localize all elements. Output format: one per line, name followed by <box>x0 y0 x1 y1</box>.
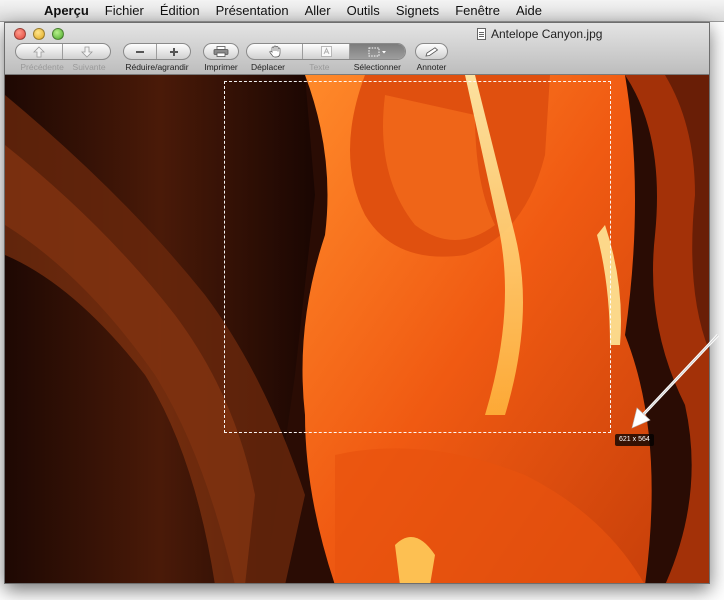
menu-fenetre[interactable]: Fenêtre <box>447 3 508 18</box>
pencil-icon <box>424 46 438 56</box>
annotate-label: Annoter <box>416 62 447 72</box>
document-icon <box>477 28 486 40</box>
tools-labels: Déplacer Texte Sélectionner <box>247 60 405 72</box>
print-segment <box>203 43 239 60</box>
print-group: Imprimer <box>203 43 239 72</box>
menu-bar: Aperçu Fichier Édition Présentation Alle… <box>0 0 724 22</box>
prev-next-segment <box>15 43 111 60</box>
arrow-up-icon <box>33 45 45 57</box>
next-label: Suivante <box>72 62 106 72</box>
annotate-segment <box>415 43 448 60</box>
menu-presentation[interactable]: Présentation <box>208 3 297 18</box>
zoom-button[interactable] <box>52 28 64 40</box>
prev-next-labels: Précédente Suivante <box>16 60 110 72</box>
plus-icon <box>169 47 178 56</box>
menu-app-apercu[interactable]: Aperçu <box>36 3 97 18</box>
window-title-text: Antelope Canyon.jpg <box>491 27 603 41</box>
selection-size-badge: 621 x 564 <box>615 434 654 446</box>
select-label: Sélectionner <box>353 62 401 72</box>
minimize-button[interactable] <box>33 28 45 40</box>
select-tool-button[interactable] <box>350 44 405 59</box>
toolbar: Précédente Suivante Réduire/agrandir Imp… <box>5 43 709 75</box>
text-tool-button[interactable] <box>303 44 350 59</box>
tools-segment <box>246 43 406 60</box>
previous-label: Précédente <box>20 62 64 72</box>
preview-window: Antelope Canyon.jpg Précédente Suivante <box>4 22 710 584</box>
zoom-segment <box>123 43 191 60</box>
menu-outils[interactable]: Outils <box>339 3 388 18</box>
print-label: Imprimer <box>204 62 238 72</box>
menu-fichier[interactable]: Fichier <box>97 3 152 18</box>
move-tool-button[interactable] <box>247 44 303 59</box>
window-title: Antelope Canyon.jpg <box>477 27 602 41</box>
move-label: Déplacer <box>251 62 286 72</box>
printer-icon <box>213 46 229 57</box>
arrow-down-icon <box>80 46 93 58</box>
tools-group: Déplacer Texte Sélectionner <box>246 43 406 72</box>
minus-icon <box>136 50 144 53</box>
zoom-label: Réduire/agrandir <box>125 62 189 72</box>
menu-aller[interactable]: Aller <box>297 3 339 18</box>
zoom-group: Réduire/agrandir <box>123 43 191 72</box>
rectangle-select-icon <box>368 47 386 56</box>
annotate-group: Annoter <box>415 43 448 72</box>
menu-signets[interactable]: Signets <box>388 3 447 18</box>
title-bar: Antelope Canyon.jpg Précédente Suivante <box>5 23 709 75</box>
annotate-button[interactable] <box>416 44 447 59</box>
window-controls <box>14 28 64 40</box>
image-canvas[interactable]: 621 x 564 <box>5 75 709 583</box>
zoom-in-button[interactable] <box>157 44 190 59</box>
hand-icon <box>268 45 280 58</box>
print-button[interactable] <box>204 44 238 59</box>
previous-button[interactable] <box>16 44 63 59</box>
prev-next-group: Précédente Suivante <box>15 43 111 72</box>
close-button[interactable] <box>14 28 26 40</box>
next-button[interactable] <box>63 44 110 59</box>
text-cursor-icon <box>320 46 332 57</box>
zoom-out-button[interactable] <box>124 44 157 59</box>
menu-edition[interactable]: Édition <box>152 3 208 18</box>
menu-aide[interactable]: Aide <box>508 3 550 18</box>
rectangle-selection[interactable] <box>224 81 611 433</box>
text-label: Texte <box>309 62 330 72</box>
